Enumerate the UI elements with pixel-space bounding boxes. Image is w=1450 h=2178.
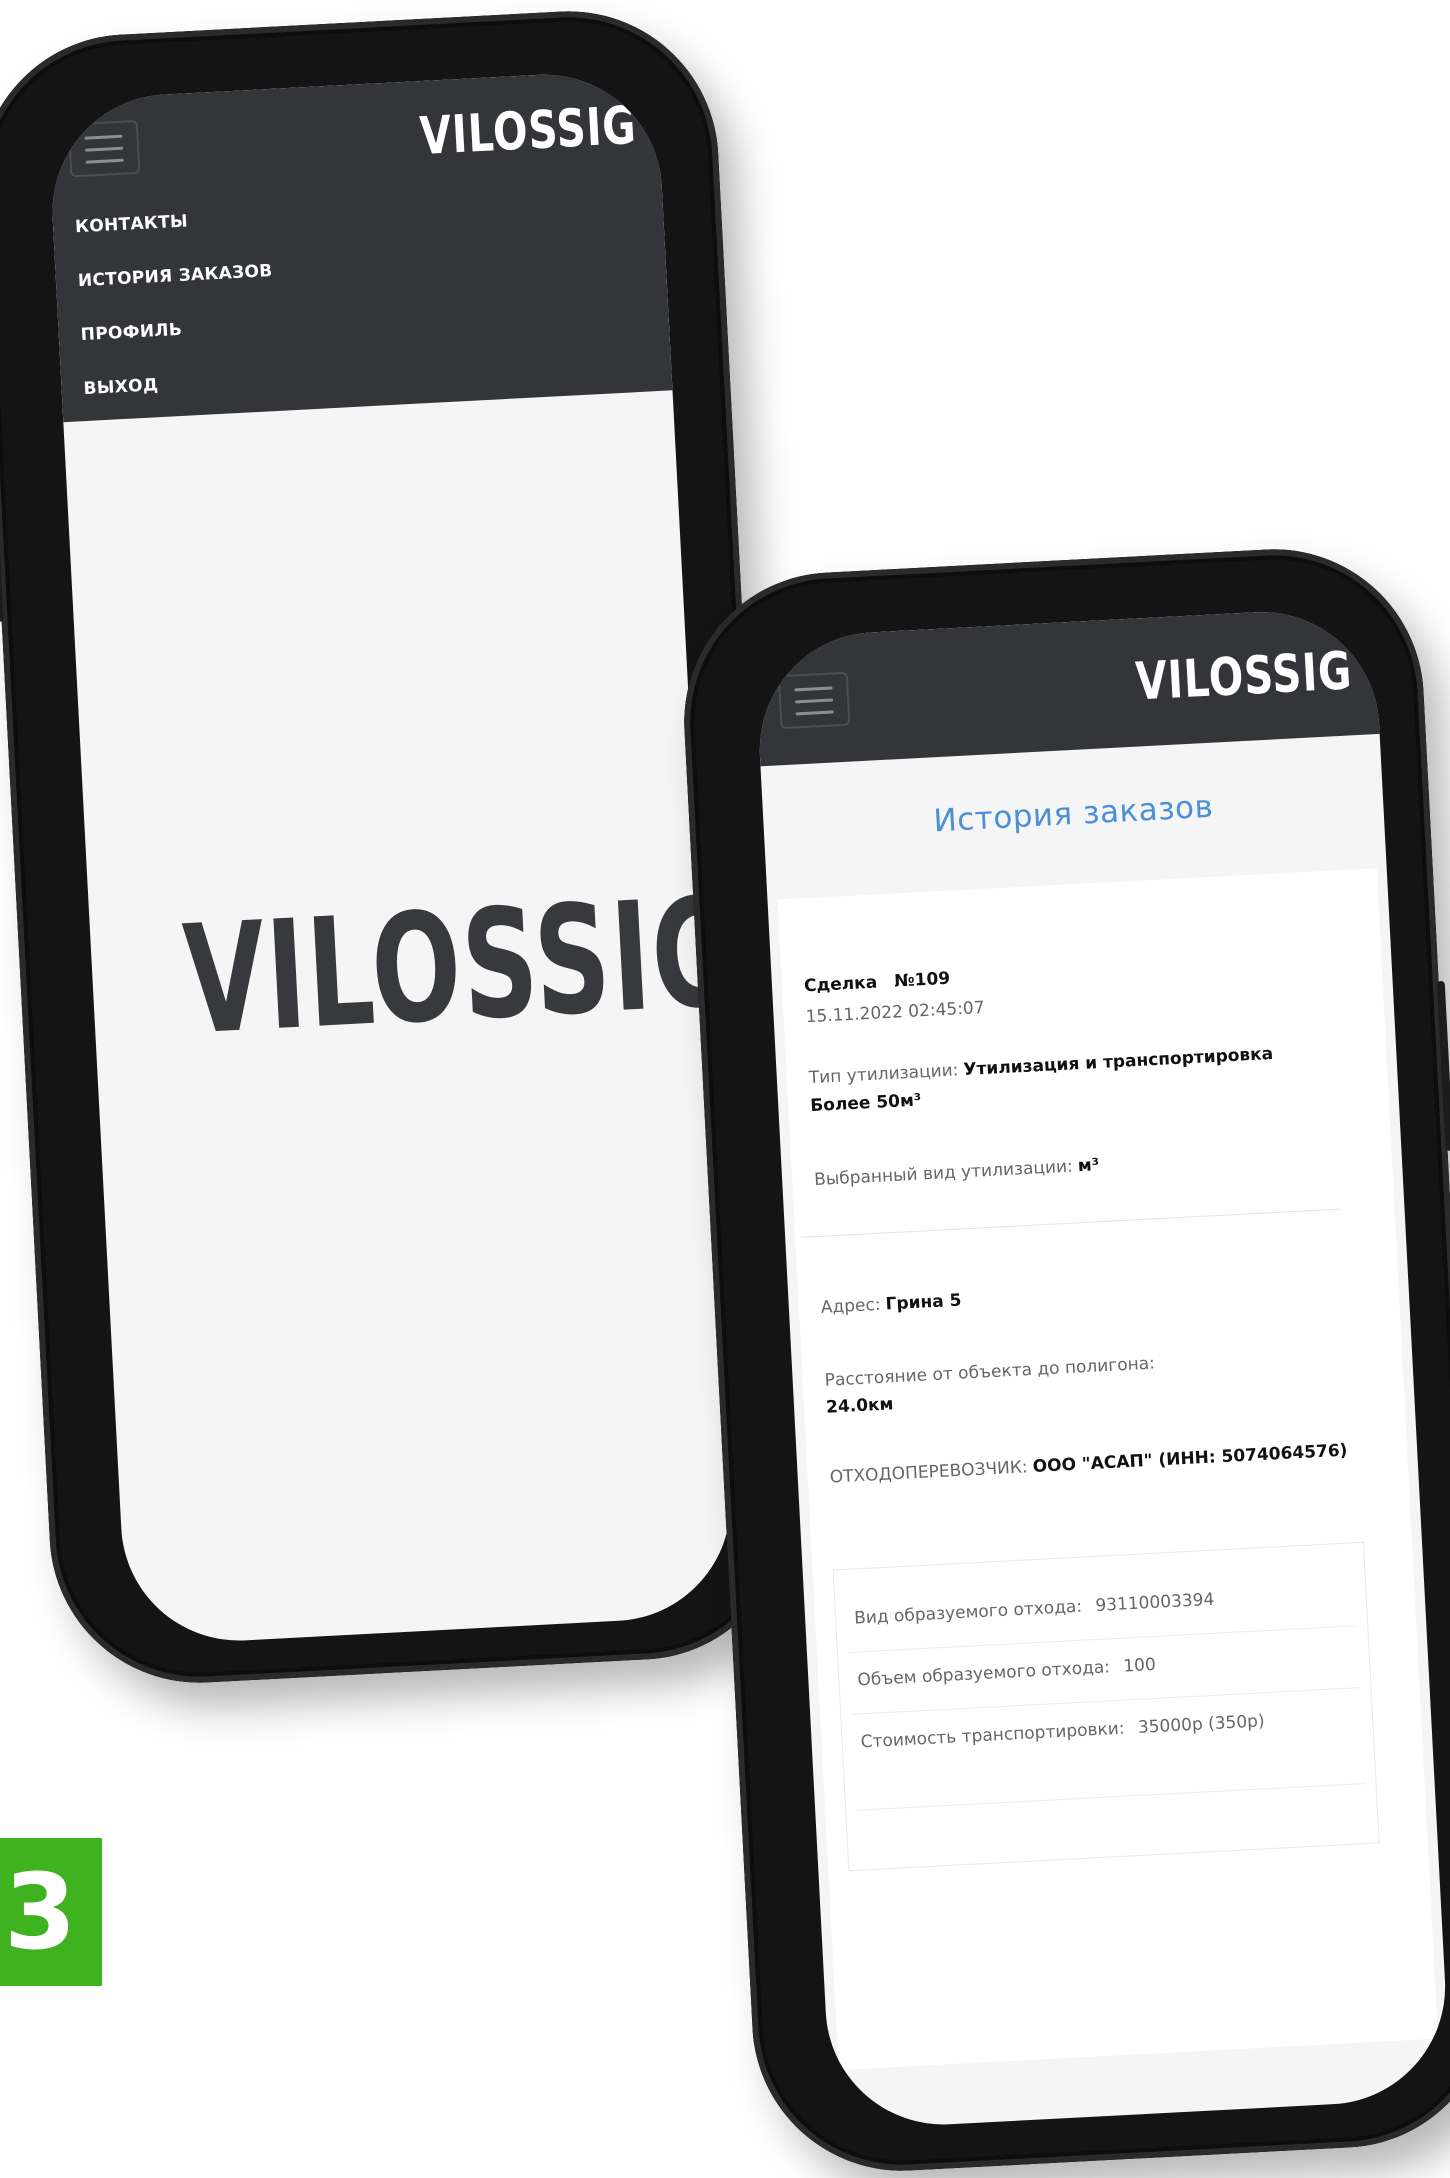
distance: Расстояние от объекта до полигона: 24.0к… <box>824 1341 1346 1422</box>
phone-left: VILOSSIG КОНТАКТЫ ИСТОРИЯ ЗАКАЗОВ ПРОФИЛ… <box>0 3 797 1691</box>
transport-cost-value: 35000р (350р) <box>1137 1711 1266 1738</box>
deal-number: №109 <box>893 968 951 992</box>
selected-kind-label: Выбранный вид утилизации: <box>813 1156 1074 1191</box>
carrier-value: ООО "АСАП" (ИНН: 5074064576) <box>1032 1440 1348 1478</box>
address-label: Адрес: <box>820 1294 882 1318</box>
waste-type-label: Вид образуемого отхода: <box>853 1596 1083 1629</box>
waste-volume-label: Объем образуемого отхода: <box>856 1657 1111 1691</box>
right-screen: VILOSSIG История заказов Сделка №109 15.… <box>753 606 1450 2131</box>
transport-cost-label: Стоимость транспортировки: <box>860 1718 1126 1753</box>
step-number-badge: 3 <box>0 1838 102 1986</box>
left-screen: VILOSSIG КОНТАКТЫ ИСТОРИЯ ЗАКАЗОВ ПРОФИЛ… <box>46 68 737 1647</box>
waste-type-value: 93110003394 <box>1094 1589 1215 1616</box>
hamburger-menu-icon[interactable] <box>67 119 141 178</box>
waste-type-row: Вид образуемого отхода: 93110003394 <box>854 1580 1345 1633</box>
order-card: Сделка №109 15.11.2022 02:45:07 Тип утил… <box>777 868 1438 2071</box>
nav-item-order-history[interactable]: ИСТОРИЯ ЗАКАЗОВ <box>77 261 273 291</box>
section-divider <box>801 1208 1341 1238</box>
address-value: Грина 5 <box>885 1290 962 1315</box>
selected-kind-value: м³ <box>1077 1155 1100 1177</box>
power-button <box>1436 980 1450 1152</box>
nav-item-profile[interactable]: ПРОФИЛЬ <box>80 315 276 345</box>
header-bar: VILOSSIG <box>753 606 1380 767</box>
nav-menu: КОНТАКТЫ ИСТОРИЯ ЗАКАЗОВ ПРОФИЛЬ ВЫХОД <box>75 207 281 433</box>
waste-details-table: Вид образуемого отхода: 93110003394 Объе… <box>832 1541 1380 1872</box>
waste-volume-value: 100 <box>1122 1654 1157 1677</box>
waste-volume-row: Объем образуемого отхода: 100 <box>857 1642 1348 1695</box>
page-title: История заказов <box>932 788 1215 840</box>
address: Адрес: Грина 5 <box>820 1267 1341 1322</box>
phone-right: VILOSSIG История заказов Сделка №109 15.… <box>676 541 1450 2178</box>
volume-down-button <box>0 511 4 623</box>
selected-kind: Выбранный вид утилизации: м³ <box>813 1139 1334 1194</box>
nav-item-logout[interactable]: ВЫХОД <box>83 369 279 399</box>
brand-logo[interactable]: VILOSSIG <box>1134 641 1353 712</box>
disposal-type: Тип утилизации: Утилизация и транспортир… <box>808 1037 1330 1120</box>
splash-logo: VILOSSIG <box>179 865 737 1069</box>
header-bar: VILOSSIG КОНТАКТЫ ИСТОРИЯ ЗАКАЗОВ ПРОФИЛ… <box>46 68 673 423</box>
carrier-label: ОТХОДОПЕРЕВОЗЧИК: <box>829 1457 1029 1488</box>
deal-title: Сделка <box>803 972 878 997</box>
brand-logo[interactable]: VILOSSIG <box>419 96 638 167</box>
transport-cost-row: Стоимость транспортировки: 35000р (350р) <box>860 1704 1351 1757</box>
row-divider <box>856 1783 1366 1811</box>
disposal-type-label: Тип утилизации: <box>808 1060 959 1089</box>
hamburger-menu-icon[interactable] <box>777 671 851 730</box>
nav-item-contacts[interactable]: КОНТАКТЫ <box>75 207 271 237</box>
carrier: ОТХОДОПЕРЕВОЗЧИК: ООО "АСАП" (ИНН: 50740… <box>829 1436 1350 1491</box>
